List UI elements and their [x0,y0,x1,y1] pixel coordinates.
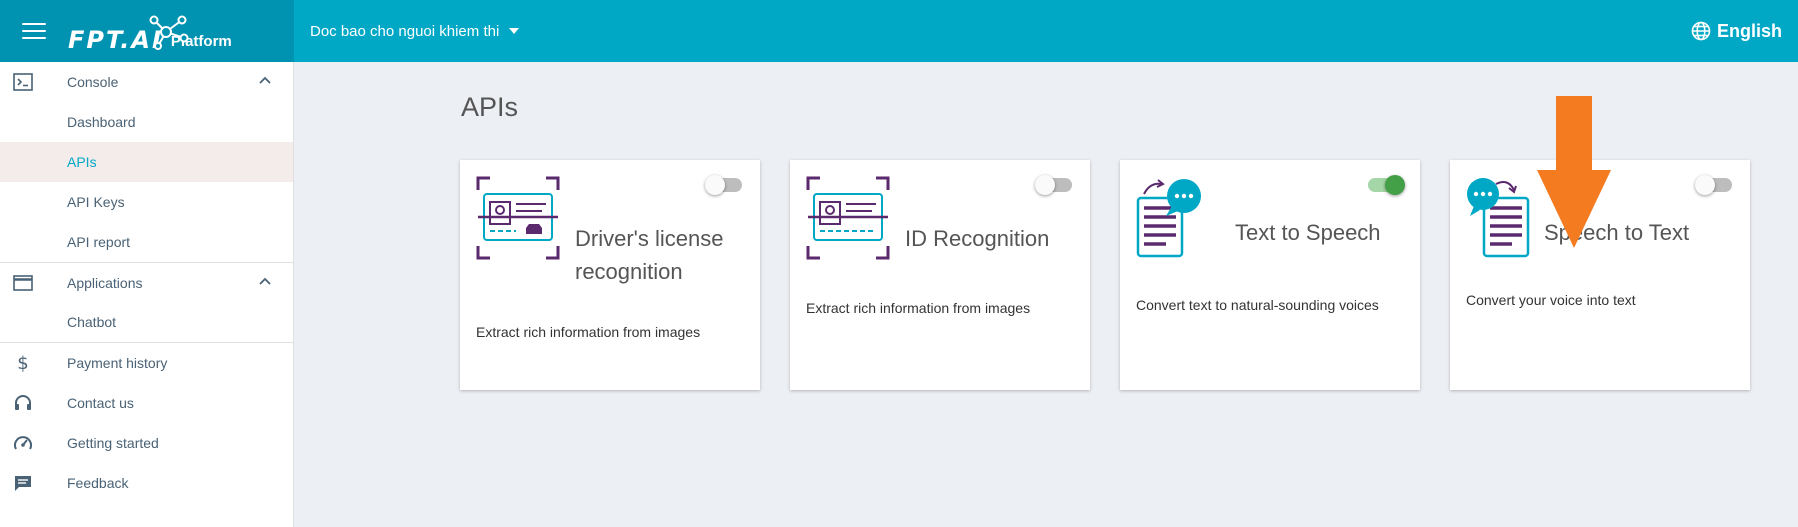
card-title: ID Recognition [905,222,1049,255]
sidebar-item-label: Payment history [67,355,168,371]
enable-toggle[interactable] [1035,175,1072,195]
sidebar-item-label: API report [67,234,131,250]
sidebar-item-payment-history[interactable]: $ Payment history [0,343,293,383]
card-title-line1: Text to Speech [1235,220,1381,245]
chevron-up-icon[interactable] [259,277,271,285]
sidebar-item-label: Contact us [67,395,134,411]
caret-down-icon [509,28,520,34]
sidebar-item-label: Feedback [67,475,129,491]
window-icon [12,274,34,291]
fpt-ai-logo[interactable]: FPT.AI Platform [68,6,232,56]
card-title-line2: recognition [575,259,683,284]
language-label: English [1716,20,1782,41]
card-title-line1: Driver's license [575,226,724,251]
feedback-icon [12,474,34,492]
dollar-icon: $ [17,352,29,374]
sidebar-item-label: Chatbot [67,314,117,330]
project-selector[interactable]: Doc bao cho nguoi khiem thi [310,22,520,40]
sidebar-item-label: API Keys [67,194,125,210]
main-content: APIs Driver's license recognition Extrac… [295,62,1798,527]
sidebar-item-label: Getting started [67,435,159,451]
card-description: Extract rich information from images [476,324,701,340]
sidebar-item-label: Console [67,74,119,90]
card-description: Extract rich information from images [806,300,1031,316]
speech-to-text-icon [1467,178,1530,258]
globe-icon [1691,21,1711,41]
card-description: Convert text to natural-sounding voices [1136,297,1379,313]
api-card-text-to-speech[interactable]: Text to Speech Convert text to natural-s… [1120,160,1420,390]
sidebar-item-api-keys[interactable]: API Keys [0,182,293,222]
logo-area: FPT.AI Platform [0,0,294,62]
page-title: APIs [461,92,519,122]
chevron-up-icon[interactable] [259,76,271,84]
sidebar: Console Dashboard APIs API Keys API repo… [0,62,294,527]
language-selector[interactable]: English [1691,0,1782,62]
enable-toggle[interactable] [1695,175,1732,195]
network-logo-icon [149,15,189,50]
sidebar-item-label: APIs [67,154,97,170]
sidebar-item-api-report[interactable]: API report [0,222,293,262]
enable-toggle[interactable] [1368,175,1405,195]
text-to-speech-icon [1136,179,1201,258]
sidebar-item-console[interactable]: Console [0,62,293,102]
project-name: Doc bao cho nguoi khiem thi [310,22,500,40]
card-description: Convert your voice into text [1466,292,1636,308]
sidebar-item-feedback[interactable]: Feedback [0,463,293,503]
sidebar-item-getting-started[interactable]: Getting started [0,423,293,463]
enable-toggle[interactable] [705,175,742,195]
sidebar-item-label: Dashboard [67,114,136,130]
drivers-license-icon [476,176,560,260]
card-title-line1: ID Recognition [905,226,1050,251]
card-title: Text to Speech [1235,216,1381,249]
id-card-icon [806,176,890,260]
menu-icon[interactable] [22,23,46,39]
sidebar-item-label: Applications [67,274,143,291]
speedometer-icon [12,434,34,452]
terminal-icon [12,73,34,91]
annotation-arrow-icon [1537,96,1611,248]
sidebar-item-apis[interactable]: APIs [0,142,293,182]
sidebar-item-dashboard[interactable]: Dashboard [0,102,293,142]
sidebar-item-chatbot[interactable]: Chatbot [0,302,293,342]
sidebar-item-contact-us[interactable]: Contact us [0,383,293,423]
sidebar-item-applications[interactable]: Applications [0,263,293,302]
api-card-drivers-license[interactable]: Driver's license recognition Extract ric… [460,160,760,390]
api-card-id-recognition[interactable]: ID Recognition Extract rich information … [790,160,1090,390]
top-header: FPT.AI Platform Doc bao cho nguoi khiem … [0,0,1798,62]
headset-icon [12,394,34,412]
card-title: Driver's license recognition [575,222,723,288]
